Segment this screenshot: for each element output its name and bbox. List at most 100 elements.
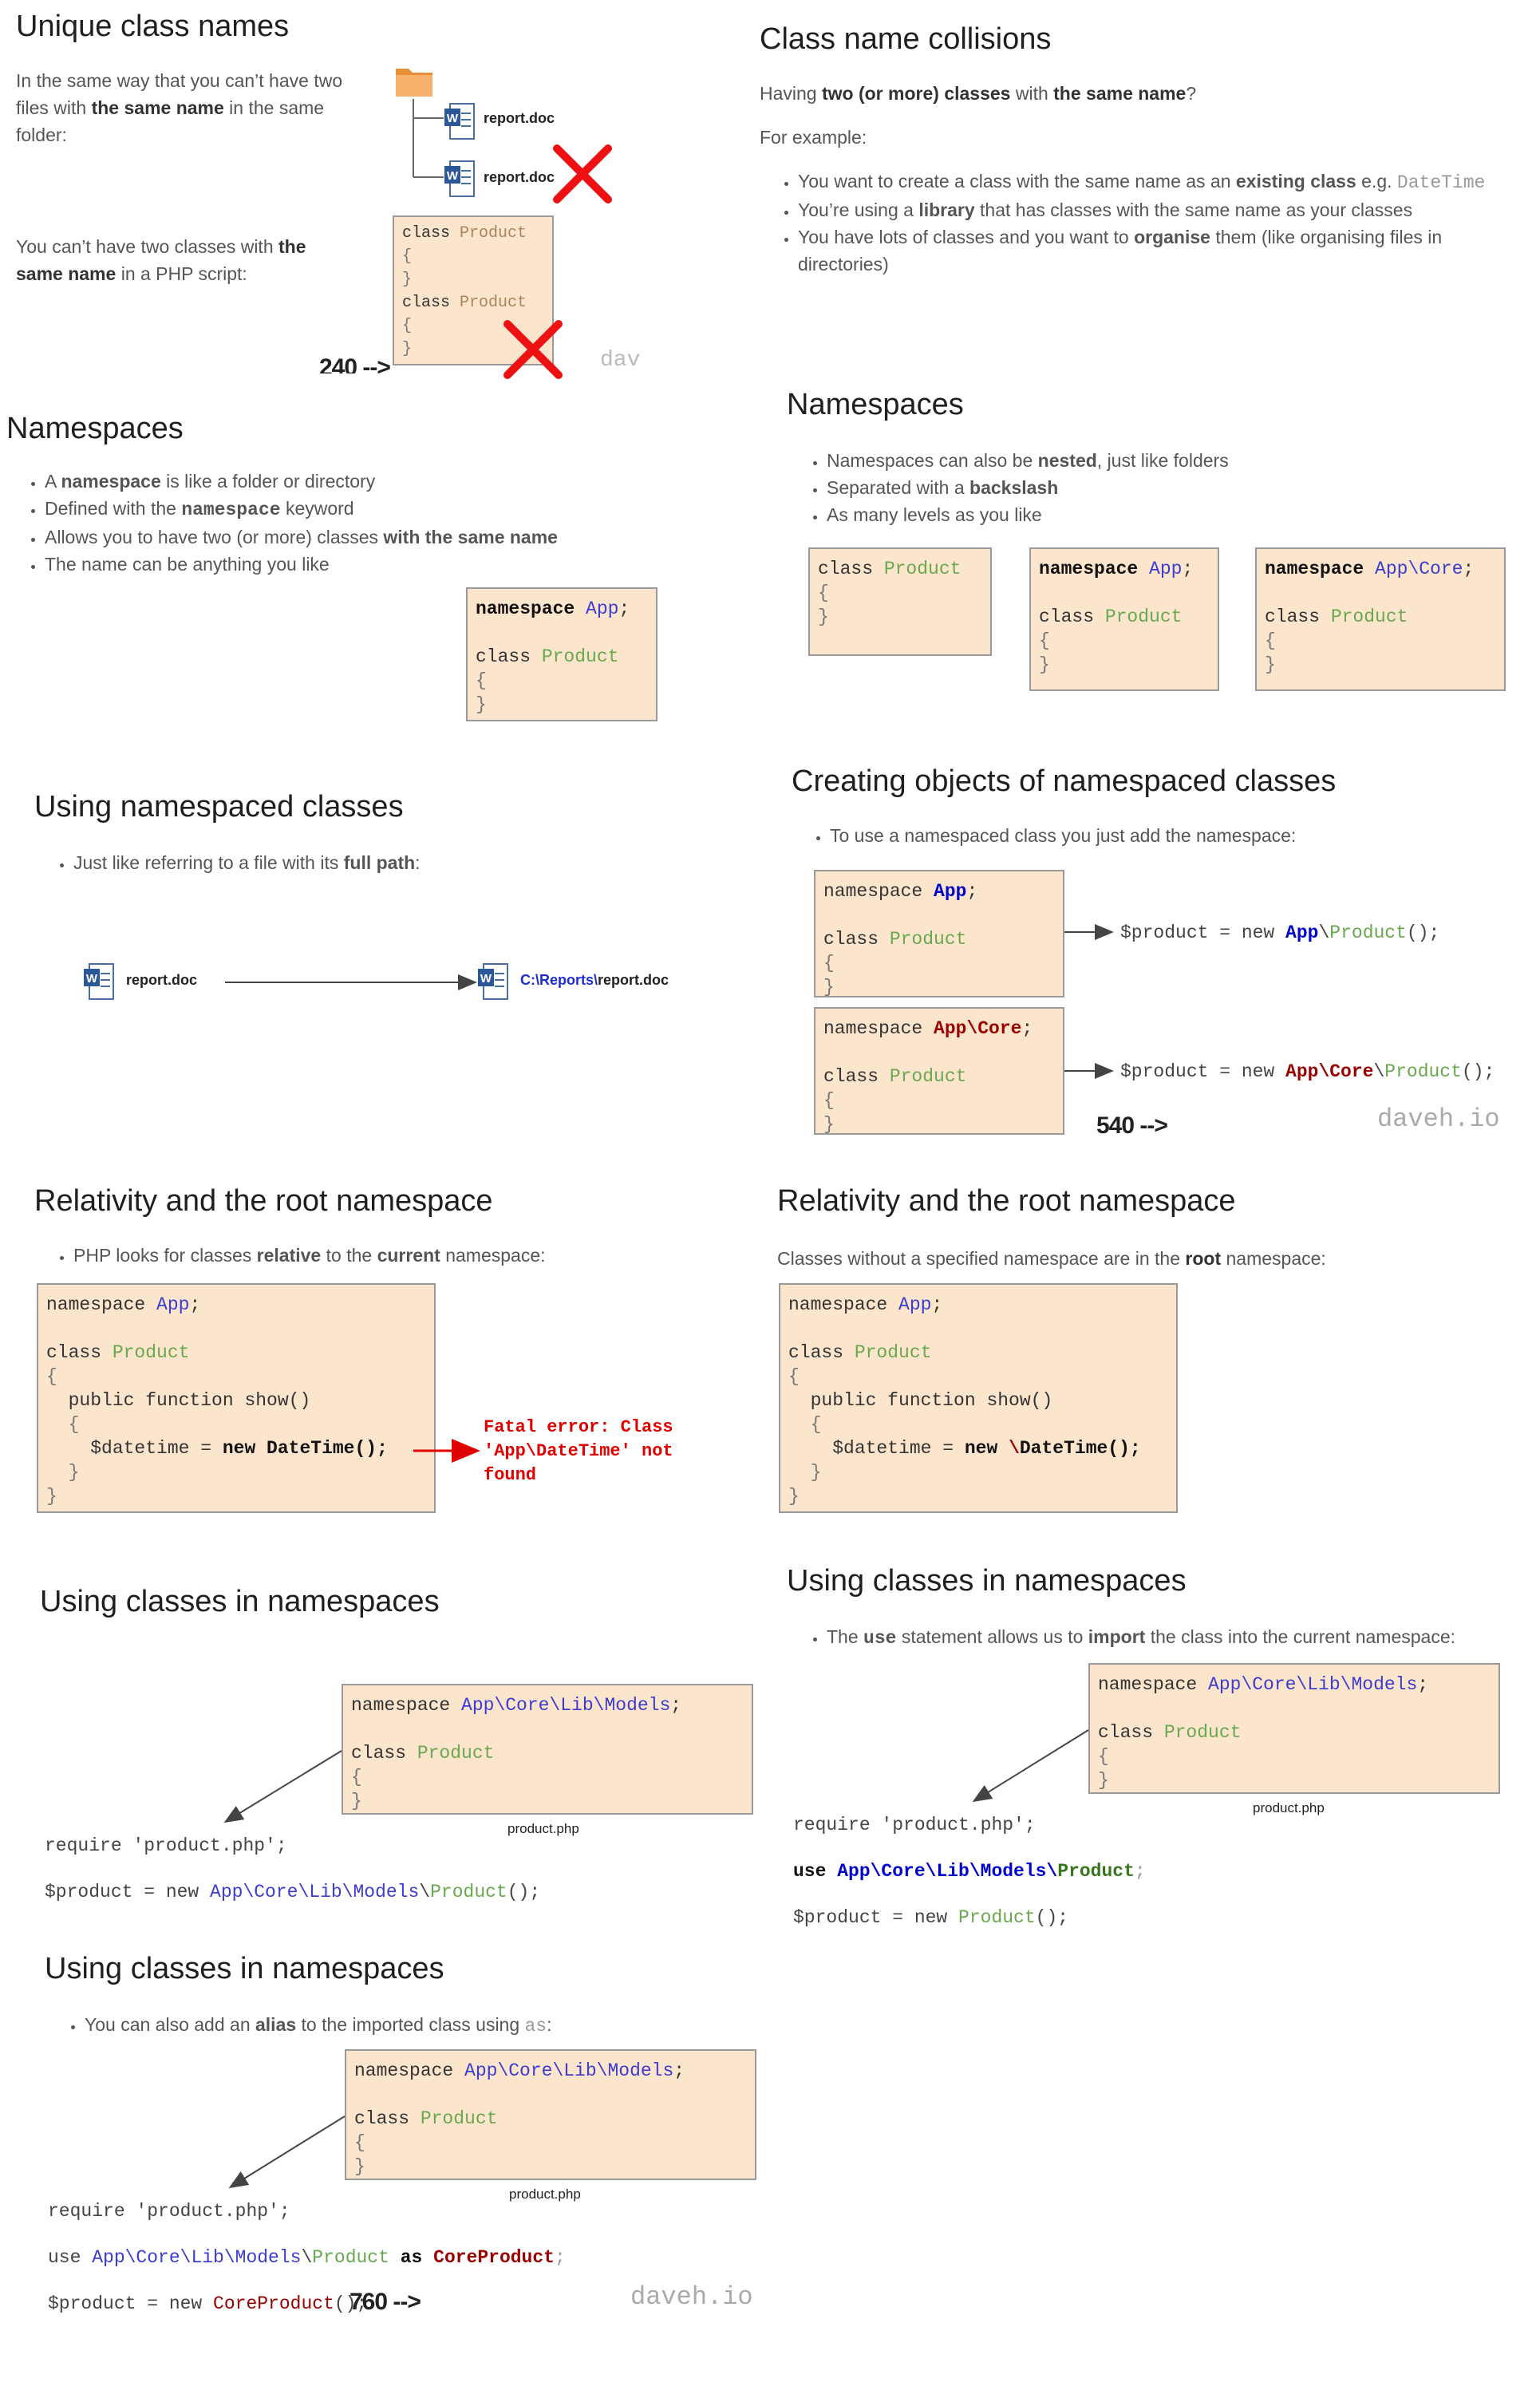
text: Allows you to have two (or more) classes: [45, 527, 384, 547]
unique-names-paragraph-classes: You can’t have two classes with the same…: [16, 233, 351, 287]
text: Just like referring to a file with its: [73, 852, 344, 873]
text: You’re using a: [798, 200, 919, 220]
section-title-creating-objects: Creating objects of namespaced classes: [792, 764, 1337, 798]
text: is like a folder or directory: [160, 471, 376, 492]
text: Classes without a specified namespace ar…: [777, 1248, 1186, 1269]
section-title-namespaces: Namespaces: [6, 412, 184, 445]
code-block-namespace-models: namespace App\Core\Lib\Models; class Pro…: [1088, 1663, 1500, 1794]
text-bold: two (or more) classes: [821, 83, 1011, 104]
section-title-using-namespaced-classes: Using namespaced classes: [34, 790, 404, 824]
code-block-namespace-models: namespace App\Core\Lib\Models; class Pro…: [345, 2049, 756, 2180]
error-message: Fatal error: Class 'App\DateTime' not fo…: [484, 1417, 673, 1485]
collisions-intro: Having two (or more) classes with the sa…: [760, 80, 1494, 107]
text: You want to create a class with the same…: [798, 171, 1236, 192]
code-inline: use: [863, 1628, 897, 1649]
text: the class into the current namespace:: [1145, 1626, 1456, 1647]
code-require: require 'product.php';: [793, 1815, 1036, 1835]
list-item: Namespaces can also be nested, just like…: [827, 447, 1513, 474]
text-bold: current: [377, 1245, 440, 1266]
section-title-namespaces-nested: Namespaces: [787, 388, 964, 421]
text: e.g.: [1356, 171, 1397, 192]
text: Having: [760, 83, 822, 104]
collisions-bullet-list: You want to create a class with the same…: [761, 168, 1516, 278]
text-bold: library: [918, 200, 975, 220]
text: namespace:: [440, 1245, 546, 1266]
text-bold: namespace: [61, 471, 161, 492]
code-block-no-namespace: class Product { }: [808, 547, 992, 656]
file-label: report.doc: [484, 169, 555, 185]
brand-watermark: daveh.io: [1377, 1104, 1500, 1134]
folder-icon: [394, 62, 434, 99]
text: Defined with the: [45, 498, 182, 519]
code-require: require 'product.php';: [45, 1835, 287, 1856]
section-title-relativity-root: Relativity and the root namespace: [777, 1184, 1236, 1218]
text: , just like folders: [1096, 450, 1229, 471]
text: :: [547, 2014, 552, 2035]
text: to the imported class using: [296, 2014, 525, 2035]
namespaces-bullet-list: A namespace is like a folder or director…: [8, 468, 731, 578]
text: The name can be anything you like: [45, 554, 330, 575]
list-item: Just like referring to a file with its f…: [73, 849, 712, 876]
relativity-bullet-list: PHP looks for classes relative to the cu…: [37, 1242, 760, 1269]
text: Namespaces can also be: [827, 450, 1038, 471]
code-block-namespace-app-core: namespace App\Core; class Product { }: [1255, 547, 1506, 691]
file-full-path: C:\Reports\report.doc: [520, 972, 669, 989]
text-bold: the same name: [91, 97, 224, 118]
section-title-using-classes: Using classes in namespaces: [40, 1585, 440, 1618]
code-inline: DateTime: [1396, 172, 1486, 193]
svg-text:W: W: [447, 169, 459, 183]
text-bold: existing class: [1235, 171, 1356, 192]
code-block-namespace-app: namespace App; class Product { }: [1029, 547, 1219, 691]
code-block-namespace-app: namespace App; class Product { }: [814, 870, 1064, 998]
text-bold: root: [1185, 1248, 1222, 1269]
file-caption: product.php: [507, 1821, 579, 1836]
text: statement allows us to: [896, 1626, 1088, 1647]
slide-counter: 240 -->: [319, 354, 390, 373]
list-item: To use a namespaced class you just add t…: [830, 822, 1532, 849]
section-title-using-classes-import: Using classes in namespaces: [787, 1564, 1187, 1598]
list-item: PHP looks for classes relative to the cu…: [73, 1242, 760, 1269]
text-bold: full path: [343, 852, 416, 873]
text: PHP looks for classes: [73, 1245, 257, 1266]
code-use-alias: use App\Core\Lib\Models\Product as CoreP…: [48, 2247, 566, 2268]
list-item: As many levels as you like: [827, 501, 1513, 528]
text: to the: [321, 1245, 377, 1266]
code-use-statement: use App\Core\Lib\Models\Product;: [793, 1861, 1146, 1882]
text-bold: nested: [1037, 450, 1097, 471]
brand-watermark: dav: [600, 348, 641, 373]
code-inline: as: [524, 2016, 547, 2036]
text-bold: import: [1088, 1626, 1146, 1647]
code-inline: namespace: [181, 500, 281, 520]
text: You can’t have two classes with: [16, 236, 278, 257]
text-bold: alias: [255, 2014, 297, 2035]
section-title-unique-class-names: Unique class names: [16, 10, 290, 43]
file-caption: product.php: [1253, 1800, 1325, 1815]
text-bold: backslash: [969, 477, 1059, 498]
word-document-icon: W: [444, 102, 476, 140]
svg-text:W: W: [480, 972, 492, 986]
brand-watermark: daveh.io: [630, 2282, 753, 2312]
file-label: report.doc: [126, 972, 198, 988]
unique-names-paragraph-files: In the same way that you can’t have two …: [16, 67, 351, 148]
text: :: [415, 852, 421, 873]
text-bold: the same name: [1053, 83, 1187, 104]
code-new-imported: $product = new Product();: [793, 1907, 1069, 1928]
slide-counter: 760 -->: [349, 2289, 421, 2315]
code-block-namespace-models: namespace App\Core\Lib\Models; class Pro…: [342, 1684, 753, 1815]
list-item: The use statement allows us to import th…: [827, 1623, 1540, 1652]
list-item: You’re using a library that has classes …: [798, 196, 1516, 223]
file-label: report.doc: [484, 110, 555, 126]
list-item: You can also add an alias to the importe…: [85, 2011, 771, 2040]
red-cross-icon: [503, 320, 563, 379]
code-new-alias: $product = new CoreProduct();: [48, 2293, 368, 2314]
code-block-namespace-app-core: namespace App\Core; class Product { }: [814, 1007, 1064, 1135]
list-item: You want to create a class with the same…: [798, 168, 1516, 196]
text: Separated with a: [827, 477, 970, 498]
text: namespace:: [1221, 1248, 1326, 1269]
text: You have lots of classes and you want to: [798, 227, 1135, 247]
section-title-relativity: Relativity and the root namespace: [34, 1184, 493, 1218]
list-item: Defined with the namespace keyword: [45, 495, 731, 523]
list-item: Allows you to have two (or more) classes…: [45, 523, 731, 551]
nested-namespaces-bullet-list: Namespaces can also be nested, just like…: [790, 447, 1513, 528]
file-caption: product.php: [509, 2187, 581, 2202]
